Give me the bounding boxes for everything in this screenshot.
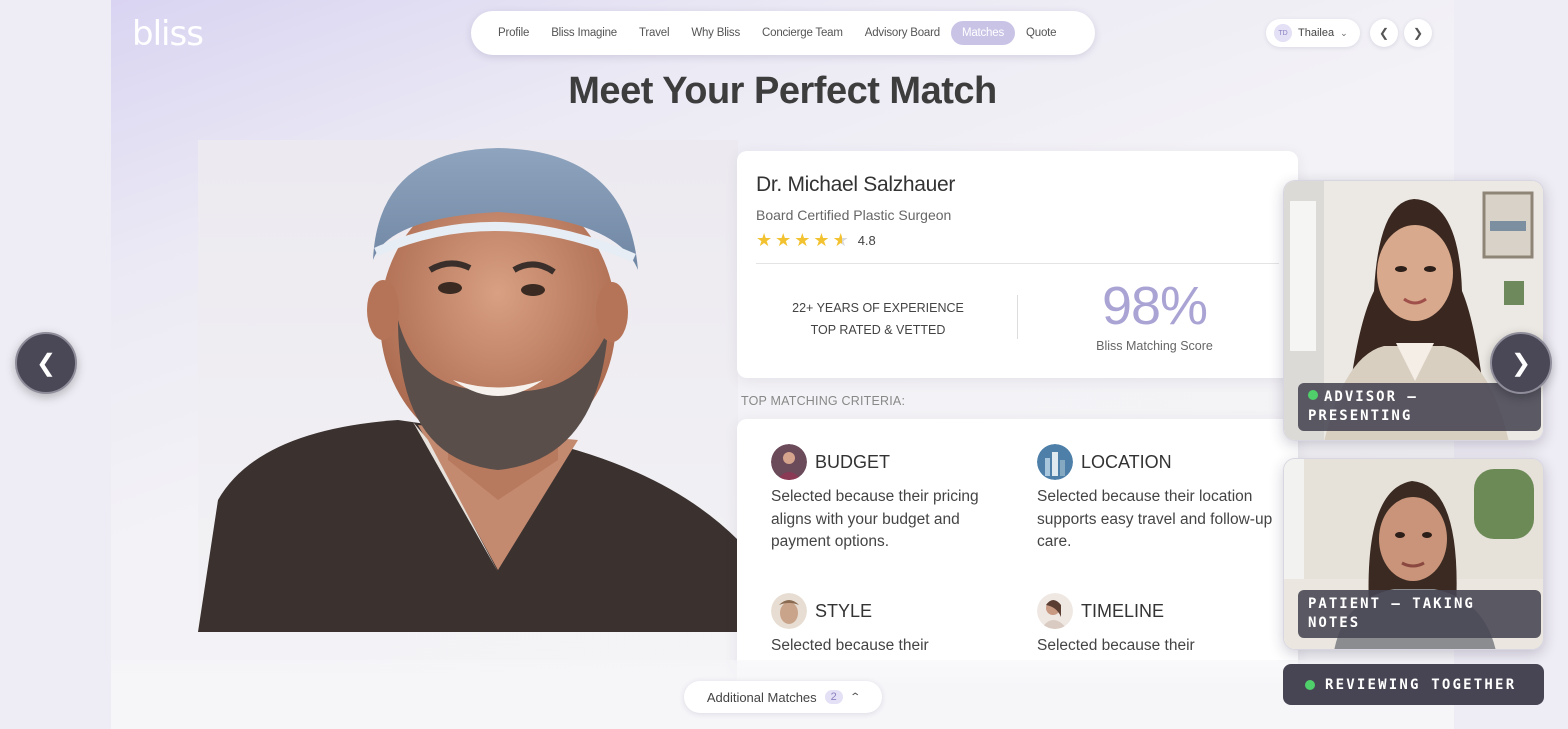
carousel-prev-button[interactable]: ❮: [15, 332, 77, 394]
advisor-video-tile[interactable]: ADVISOR — PRESENTING: [1283, 180, 1544, 441]
chevron-up-icon: ⌃: [849, 691, 861, 703]
criterion-style: STYLE Selected because their: [771, 593, 1011, 658]
nav-advisory-board[interactable]: Advisory Board: [854, 21, 951, 45]
star-icon: ★: [775, 230, 792, 250]
bliss-logo[interactable]: bliss: [132, 14, 204, 54]
criterion-timeline: TIMELINE Selected because their: [1037, 593, 1277, 658]
doctor-name: Dr. Michael Salzhauer: [756, 173, 956, 196]
live-indicator-icon: [1308, 390, 1318, 400]
page-title: Meet Your Perfect Match: [568, 70, 997, 112]
nav-why-bliss[interactable]: Why Bliss: [680, 21, 751, 45]
criterion-title: LOCATION: [1081, 451, 1172, 472]
nav-profile[interactable]: Profile: [487, 21, 540, 45]
next-page-button[interactable]: ❯: [1404, 19, 1432, 47]
budget-icon: [771, 444, 807, 480]
additional-matches-label: Additional Matches: [706, 689, 817, 705]
criterion-title: STYLE: [815, 600, 873, 621]
style-icon: [771, 593, 807, 629]
chevron-left-icon: ❮: [1378, 26, 1390, 40]
rating: ★ ★ ★ ★ ★ 4.8: [756, 231, 876, 249]
divider: [1017, 295, 1018, 339]
star-icon: ★: [756, 230, 773, 250]
top-nav: Profile Bliss Imagine Travel Why Bliss C…: [471, 11, 1095, 55]
carousel-next-button[interactable]: ❯: [1490, 332, 1552, 394]
criteria-heading: TOP MATCHING CRITERIA:: [741, 394, 906, 408]
user-name: Thailea: [1298, 27, 1335, 39]
chevron-down-icon: ⌄: [1340, 27, 1348, 38]
live-indicator-icon: [1305, 679, 1315, 690]
criterion-text: Selected because their location supports…: [1037, 488, 1273, 550]
doctor-photo: [198, 140, 738, 632]
vetted-text: TOP RATED & VETTED: [810, 323, 946, 337]
session-status-text: REVIEWING TOGETHER: [1325, 676, 1517, 693]
chevron-right-icon: ❯: [1412, 26, 1424, 40]
star-icon: ★: [794, 230, 811, 250]
timeline-icon: [1037, 593, 1073, 629]
match-score-label: Bliss Matching Score: [1096, 339, 1213, 353]
experience-block: 22+ YEARS OF EXPERIENCE TOP RATED & VETT…: [767, 297, 989, 341]
criterion-text: Selected because their pricing aligns wi…: [771, 488, 979, 550]
session-status-bar: REVIEWING TOGETHER: [1283, 664, 1544, 705]
location-icon: [1037, 444, 1073, 480]
half-star-icon: ★: [832, 230, 849, 250]
star-icon: ★: [813, 230, 830, 250]
divider: [756, 263, 1279, 264]
user-menu[interactable]: TD Thailea ⌄: [1266, 19, 1360, 47]
user-avatar: TD: [1274, 24, 1292, 42]
criterion-title: BUDGET: [815, 451, 891, 472]
patient-label: PATIENT — TAKING NOTES: [1298, 590, 1541, 638]
doctor-title: Board Certified Plastic Surgeon: [756, 207, 952, 223]
presentation-stage: bliss Profile Bliss Imagine Travel Why B…: [111, 0, 1454, 729]
nav-travel[interactable]: Travel: [628, 21, 680, 45]
nav-matches[interactable]: Matches: [950, 21, 1015, 45]
match-score: 98%: [1101, 276, 1208, 336]
additional-matches-button[interactable]: Additional Matches 2 ⌃: [684, 681, 882, 713]
advisor-label: ADVISOR — PRESENTING: [1298, 383, 1541, 431]
experience-text: 22+ YEARS OF EXPERIENCE: [792, 301, 964, 315]
nav-concierge-team[interactable]: Concierge Team: [751, 21, 854, 45]
patient-video-tile[interactable]: PATIENT — TAKING NOTES: [1283, 458, 1544, 650]
prev-page-button[interactable]: ❮: [1370, 19, 1398, 47]
nav-bliss-imagine[interactable]: Bliss Imagine: [540, 21, 628, 45]
count-badge: 2: [824, 690, 843, 704]
doctor-card: Dr. Michael Salzhauer Board Certified Pl…: [737, 151, 1298, 378]
criterion-text: Selected because their: [771, 637, 929, 654]
criterion-text: Selected because their: [1037, 637, 1195, 654]
nav-quote[interactable]: Quote: [1015, 21, 1067, 45]
criterion-budget: BUDGET Selected because their pricing al…: [771, 444, 1011, 554]
criterion-title: TIMELINE: [1081, 600, 1165, 621]
advisor-label-text: ADVISOR — PRESENTING: [1308, 389, 1418, 424]
criterion-location: LOCATION Selected because their location…: [1037, 444, 1277, 554]
rating-value: 4.8: [857, 232, 876, 248]
